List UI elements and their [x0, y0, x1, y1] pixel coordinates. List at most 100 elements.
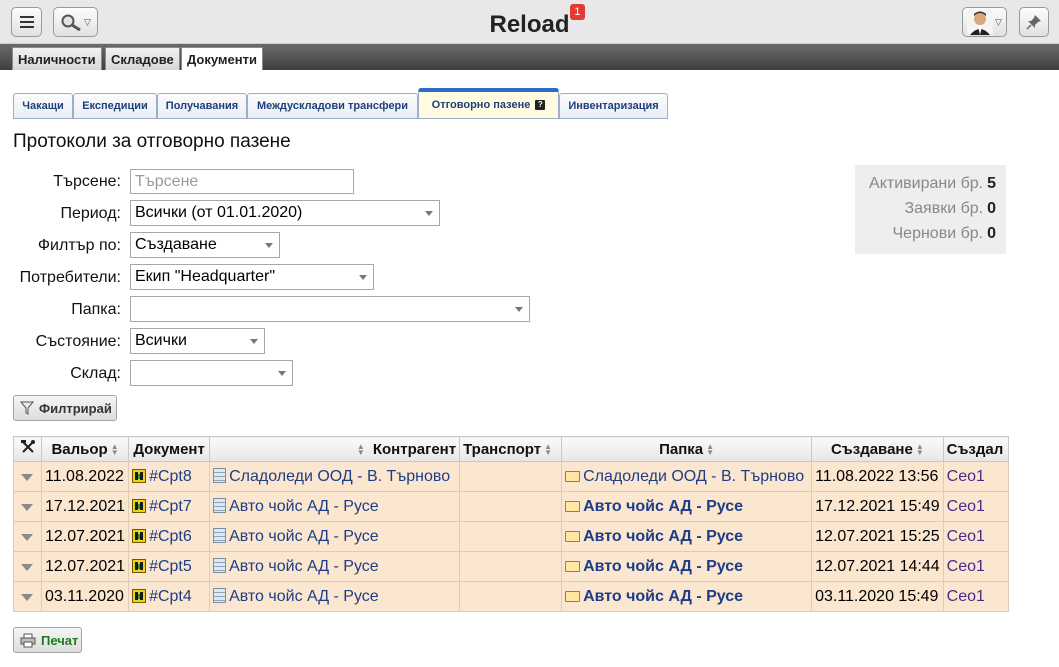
row-expand[interactable] — [13, 491, 42, 522]
nav-item-documents[interactable]: Документи — [181, 47, 263, 70]
col-contragent[interactable]: ▲ ▼ Контрагент — [209, 436, 461, 462]
state-label: Състояние: — [35, 333, 121, 350]
users-select[interactable]: Екип "Headquarter" — [130, 264, 374, 290]
table-row: 12.07.2021 #Cpt5 Авто чойс АД - Русе Авт… — [13, 551, 1009, 582]
cell-transport — [459, 521, 563, 552]
document-icon — [132, 498, 147, 513]
document-link[interactable]: #Cpt5 — [149, 558, 192, 575]
building-icon — [213, 527, 227, 543]
cell-transport — [459, 581, 563, 612]
notification-badge[interactable]: 1 — [570, 4, 585, 20]
search-label: Търсене: — [53, 173, 121, 190]
warehouse-select[interactable] — [130, 360, 293, 386]
cell-folder[interactable]: Авто чойс АД - Русе — [561, 521, 813, 552]
print-button[interactable]: Печат — [13, 627, 82, 653]
cell-created-by[interactable]: Ceo1 — [942, 461, 1009, 492]
cell-folder[interactable]: Авто чойс АД - Русе — [561, 581, 813, 612]
user-link[interactable]: Ceo1 — [947, 498, 985, 515]
user-link[interactable]: Ceo1 — [947, 528, 985, 545]
funnel-icon — [20, 401, 34, 415]
cell-created-by[interactable]: Ceo1 — [942, 551, 1009, 582]
col-valor[interactable]: Вальор ▲ ▼ — [40, 436, 130, 462]
stats-panel: Активирани бр. 5 Заявки бр. 0 Чернови бр. 0 — [855, 165, 1006, 254]
cell-contragent[interactable]: Авто чойс АД - Русе — [209, 491, 461, 522]
cell-document[interactable]: #Cpt4 — [128, 581, 211, 612]
col-transport[interactable]: Транспорт ▲ ▼ — [459, 436, 563, 462]
contragent-link[interactable]: Авто чойс АД - Русе — [229, 498, 379, 515]
nav-item-stock[interactable]: Наличности — [12, 47, 102, 70]
cell-document[interactable]: #Cpt7 — [128, 491, 211, 522]
cell-folder[interactable]: Авто чойс АД - Русе — [561, 491, 813, 522]
tab-expeditions[interactable]: Експедиции — [73, 93, 157, 119]
users-value: Екип "Headquarter" — [135, 268, 276, 285]
cell-contragent[interactable]: Авто чойс АД - Русе — [209, 581, 461, 612]
sort-icon: ▲ ▼ — [356, 441, 365, 457]
print-button-label: Печат — [41, 632, 79, 648]
contragent-link[interactable]: Авто чойс АД - Русе — [229, 588, 379, 605]
filter-by-select[interactable]: Създаване — [130, 232, 280, 258]
document-link[interactable]: #Cpt8 — [149, 468, 192, 485]
row-expand[interactable] — [13, 551, 42, 582]
table-row: 11.08.2022 #Cpt8 Сладоледи ООД - В. Търн… — [13, 461, 1009, 492]
cell-document[interactable]: #Cpt8 — [128, 461, 211, 492]
row-expand[interactable] — [13, 521, 42, 552]
cell-created: 12.07.2021 14:44 — [811, 551, 944, 582]
folder-link[interactable]: Авто чойс АД - Русе — [583, 558, 743, 575]
user-link[interactable]: Ceo1 — [947, 558, 985, 575]
cell-folder[interactable]: Сладоледи ООД - В. Търново — [561, 461, 813, 492]
folder-link[interactable]: Авто чойс АД - Русе — [583, 498, 743, 515]
pin-icon — [1026, 15, 1041, 30]
period-label: Период: — [60, 205, 121, 222]
stat-active-value: 5 — [987, 175, 996, 192]
col-document: Документ — [128, 436, 211, 462]
cell-valor: 03.11.2020 — [40, 581, 130, 612]
cell-valor: 12.07.2021 — [40, 521, 130, 552]
sort-icon: ▲ ▼ — [544, 441, 553, 457]
tab-receipts[interactable]: Получавания — [157, 93, 247, 119]
cell-document[interactable]: #Cpt5 — [128, 551, 211, 582]
cell-created-by[interactable]: Ceo1 — [942, 521, 1009, 552]
tab-custody[interactable]: Отговорно пазене ? — [418, 88, 559, 119]
row-expand[interactable] — [13, 581, 42, 612]
tab-pending[interactable]: Чакащи — [13, 93, 73, 119]
user-menu-button[interactable]: ▽ — [962, 7, 1007, 37]
search-input[interactable] — [130, 169, 354, 194]
contragent-link[interactable]: Авто чойс АД - Русе — [229, 528, 379, 545]
document-link[interactable]: #Cpt7 — [149, 498, 192, 515]
state-select[interactable]: Всички — [130, 328, 265, 354]
folder-link[interactable]: Авто чойс АД - Русе — [583, 528, 743, 545]
pin-button[interactable] — [1019, 7, 1049, 37]
help-icon[interactable]: ? — [535, 100, 546, 110]
cell-contragent[interactable]: Авто чойс АД - Русе — [209, 551, 461, 582]
cell-created-by[interactable]: Ceo1 — [942, 491, 1009, 522]
row-expand[interactable] — [13, 461, 42, 492]
folder-select[interactable] — [130, 296, 530, 322]
cell-folder[interactable]: Авто чойс АД - Русе — [561, 551, 813, 582]
period-select[interactable]: Всички (от 01.01.2020) — [130, 200, 440, 226]
contragent-link[interactable]: Сладоледи ООД - В. Търново — [229, 468, 450, 485]
col-folder[interactable]: Папка ▲ ▼ — [561, 436, 813, 462]
cell-valor: 17.12.2021 — [40, 491, 130, 522]
contragent-link[interactable]: Авто чойс АД - Русе — [229, 558, 379, 575]
filter-button[interactable]: Филтрирай — [13, 395, 117, 421]
sort-icon: ▲ ▼ — [110, 441, 119, 457]
user-link[interactable]: Ceo1 — [947, 468, 985, 485]
cell-contragent[interactable]: Сладоледи ООД - В. Търново — [209, 461, 461, 492]
folder-link[interactable]: Авто чойс АД - Русе — [583, 588, 743, 605]
app-title[interactable]: Reload — [489, 11, 569, 38]
col-created[interactable]: Създаване ▲ ▼ — [811, 436, 944, 462]
cell-created-by[interactable]: Ceo1 — [942, 581, 1009, 612]
app-title-area: Reload 1 — [0, 4, 1059, 39]
tab-transfers[interactable]: Междускладови трансфери — [247, 93, 418, 119]
cell-document[interactable]: #Cpt6 — [128, 521, 211, 552]
document-link[interactable]: #Cpt4 — [149, 588, 192, 605]
warehouse-label: Склад: — [70, 365, 121, 382]
folder-link[interactable]: Сладоледи ООД - В. Търново — [583, 468, 804, 485]
cell-created: 17.12.2021 15:49 — [811, 491, 944, 522]
document-link[interactable]: #Cpt6 — [149, 528, 192, 545]
tools-column-header[interactable] — [13, 436, 42, 462]
user-link[interactable]: Ceo1 — [947, 588, 985, 605]
tab-inventory[interactable]: Инвентаризация — [559, 93, 668, 119]
nav-item-warehouses[interactable]: Складове — [105, 47, 180, 70]
cell-contragent[interactable]: Авто чойс АД - Русе — [209, 521, 461, 552]
